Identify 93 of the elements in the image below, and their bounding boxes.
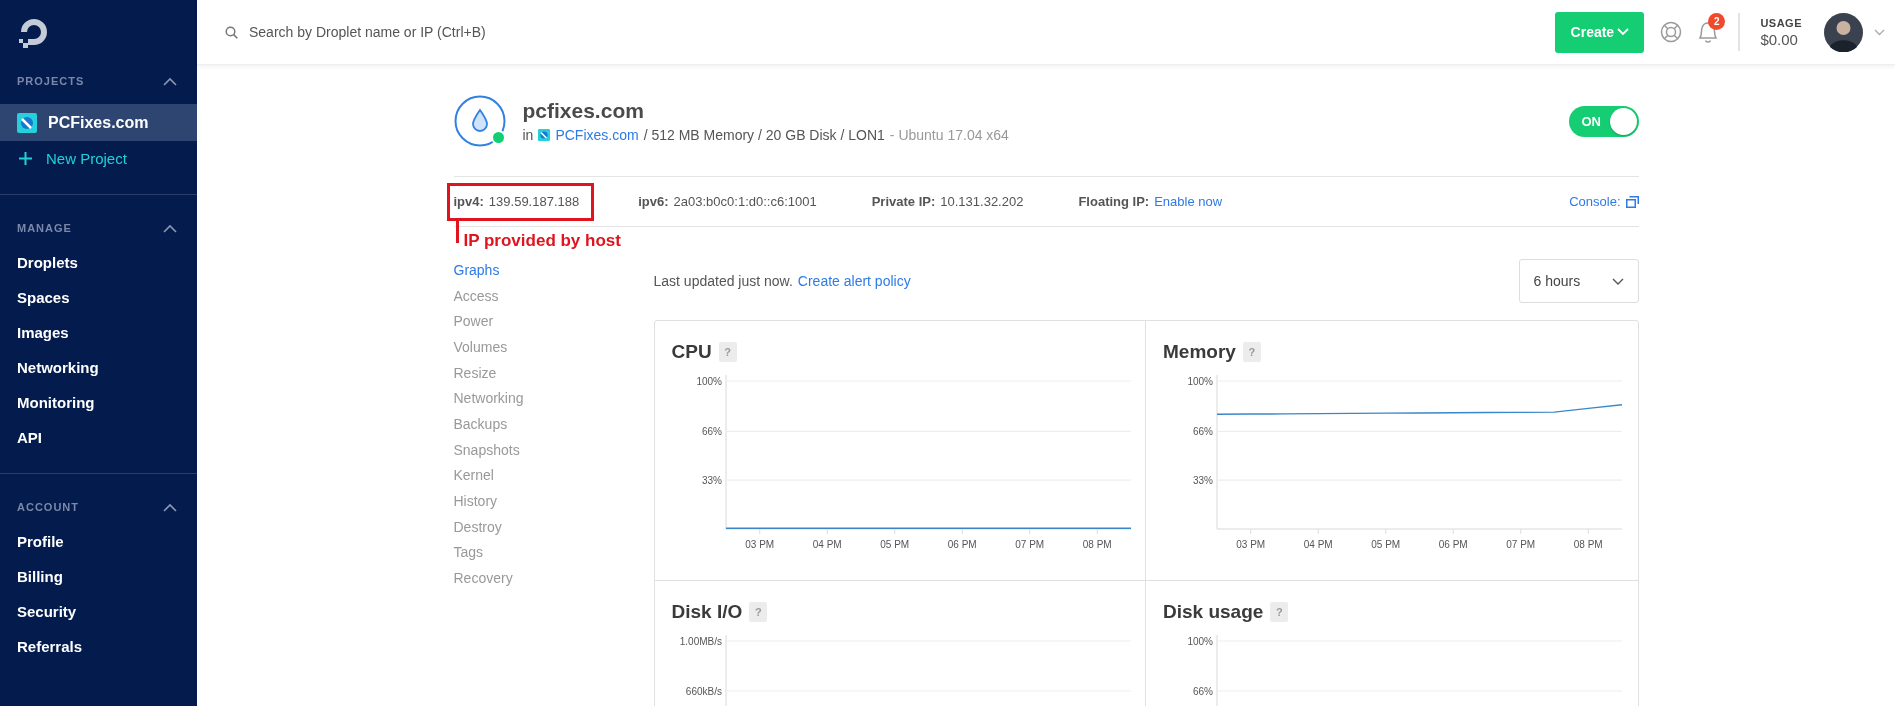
chart-title: Disk I/O <box>671 601 743 623</box>
chevron-down-icon <box>1611 277 1624 285</box>
project-icon <box>538 129 551 141</box>
section-heading: MANAGE <box>17 222 72 234</box>
x-tick-label: 06 PM <box>1438 539 1468 550</box>
x-tick-label: 08 PM <box>1082 539 1112 550</box>
y-tick-label: 66% <box>1193 425 1213 437</box>
chevron-icon[interactable] <box>163 502 177 512</box>
tab[interactable]: Backups <box>453 411 654 437</box>
tab[interactable]: Networking <box>453 385 654 412</box>
plus-icon <box>19 152 32 165</box>
y-axis-label: 66% <box>1193 685 1213 697</box>
project-link[interactable]: PCFixes.com <box>555 127 639 143</box>
search-field[interactable]: Search by Droplet name or IP (Ctrl+B) <box>247 23 651 41</box>
x-tick-label: 05 PM <box>879 539 909 550</box>
tab[interactable]: Resize <box>453 359 654 386</box>
x-tick-label: 07 PM <box>1506 539 1536 550</box>
range-select[interactable]: 6 hours <box>1518 259 1639 303</box>
x-tick-label: 08 PM <box>1573 539 1603 550</box>
droplet-specs: / 512 MB Memory / 20 GB Disk / LON1 <box>643 127 885 143</box>
usage-amount: $0.00 <box>1760 30 1799 48</box>
project-icon <box>17 112 37 133</box>
tab[interactable]: Destroy <box>453 513 654 540</box>
ip-label: ipv6: <box>638 194 669 209</box>
ip-label: ipv4: <box>453 194 484 209</box>
tab[interactable]: Power <box>453 308 654 335</box>
x-tick-label: 05 PM <box>1371 539 1401 550</box>
tab[interactable]: Kernel <box>453 462 654 489</box>
y-tick-label: 33% <box>1193 474 1213 486</box>
enable-link[interactable]: Enable now <box>1154 194 1223 209</box>
x-tick-label: 04 PM <box>1303 539 1333 550</box>
x-tick-label: 07 PM <box>1014 539 1044 550</box>
droplet-image: - Ubuntu 17.04 x64 <box>889 127 1009 143</box>
droplet-icon <box>453 95 506 147</box>
sidebar-item[interactable]: Referrals <box>0 629 197 664</box>
sidebar-item[interactable]: Security <box>0 594 197 629</box>
tab[interactable]: Tags <box>453 539 654 566</box>
y-tick-label: 100% <box>695 375 722 387</box>
sidebar-item[interactable]: Billing <box>0 559 197 594</box>
tab[interactable]: History <box>453 488 654 514</box>
tab[interactable]: Access <box>453 282 654 309</box>
avatar[interactable] <box>1824 12 1863 52</box>
droplet-name: pcfixes.com <box>522 99 645 123</box>
chart-title: CPU <box>671 341 712 363</box>
new-project-link[interactable]: New Project <box>0 141 197 176</box>
usage-label: USAGE <box>1760 16 1802 29</box>
ip-value: 10.131.32.202 <box>940 194 1024 209</box>
x-tick-label: 03 PM <box>1236 539 1266 550</box>
y-axis-label: 1.00MB/s <box>679 635 722 647</box>
chevron-down-icon <box>1617 28 1630 36</box>
sidebar-item[interactable]: Monitoring <box>0 385 197 420</box>
x-tick-label: 03 PM <box>744 539 774 550</box>
sidebar-item[interactable]: Droplets <box>0 245 197 280</box>
project-item[interactable]: PCFixes.com <box>0 104 197 141</box>
y-axis-label: 660kB/s <box>685 685 722 697</box>
help-badge[interactable]: ? <box>1270 602 1289 622</box>
ip-label: Floating IP: <box>1078 194 1150 209</box>
section-heading: PROJECTS <box>17 75 85 87</box>
console-link[interactable]: Console: <box>1569 194 1639 209</box>
sidebar-item[interactable]: API <box>0 420 197 455</box>
help-badge[interactable]: ? <box>1242 342 1261 362</box>
x-tick-label: 04 PM <box>812 539 842 550</box>
sidebar-item[interactable]: Networking <box>0 350 197 385</box>
y-tick-label: 100% <box>1187 375 1213 387</box>
chevron-icon[interactable] <box>163 223 177 233</box>
alert-policy-link[interactable]: Create alert policy <box>797 273 911 289</box>
sidebar-item[interactable]: Spaces <box>0 280 197 315</box>
chevron-icon[interactable] <box>163 76 177 86</box>
ip-label: Private IP: <box>871 194 936 209</box>
y-axis-label: 100% <box>1187 635 1213 647</box>
location-prefix: in <box>522 127 534 143</box>
external-window-icon <box>1625 195 1639 208</box>
sidebar-item[interactable]: Profile <box>0 524 197 559</box>
sidebar-item[interactable]: Images <box>0 315 197 350</box>
y-tick-label: 66% <box>701 425 722 437</box>
help-icon[interactable] <box>1660 21 1683 43</box>
notification-badge: 2 <box>1708 13 1726 30</box>
ip-value: 139.59.187.188 <box>488 194 580 209</box>
tab[interactable]: Recovery <box>453 565 654 591</box>
y-tick-label: 33% <box>701 474 722 486</box>
last-updated-text: Last updated just now. <box>653 273 793 289</box>
help-badge[interactable]: ? <box>749 602 768 622</box>
x-tick-label: 06 PM <box>947 539 977 550</box>
ip-value: 2a03:b0c0:1:d0::c6:1001 <box>673 194 817 209</box>
tab[interactable]: Graphs <box>453 257 654 283</box>
tab[interactable]: Snapshots <box>453 436 654 463</box>
search-icon <box>225 25 238 39</box>
chart-title: Disk usage <box>1163 601 1264 623</box>
chart-title: Memory <box>1163 341 1236 363</box>
tab[interactable]: Volumes <box>453 334 654 360</box>
help-badge[interactable]: ? <box>718 342 737 362</box>
section-heading: ACCOUNT <box>17 501 79 513</box>
annotation-text: IP provided by host <box>463 230 621 251</box>
